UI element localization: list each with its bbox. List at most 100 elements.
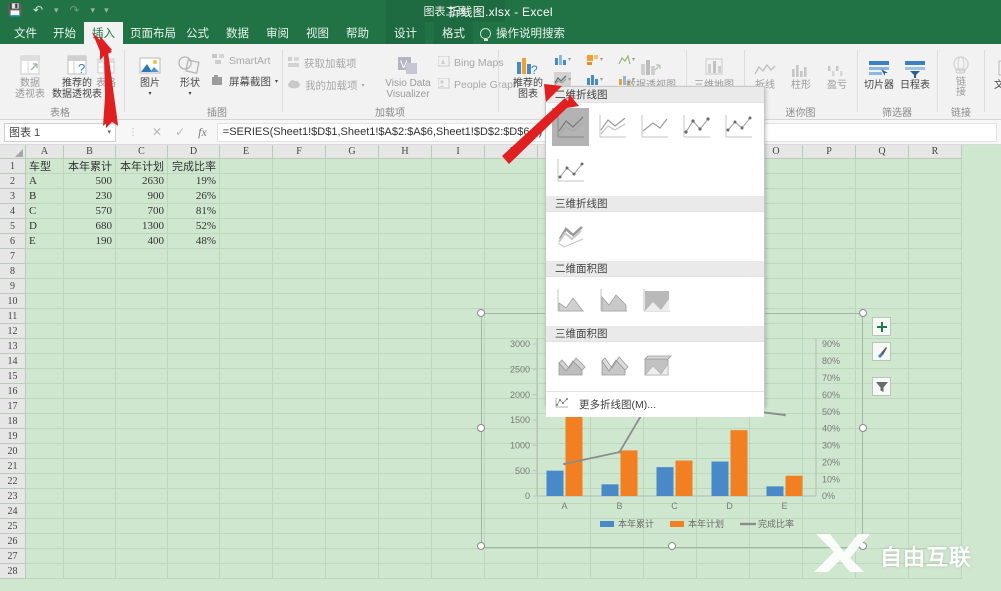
cell-E21[interactable] <box>220 459 273 474</box>
cell-H21[interactable] <box>379 459 432 474</box>
cell-F16[interactable] <box>273 384 326 399</box>
cell-F21[interactable] <box>273 459 326 474</box>
cell-A24[interactable] <box>26 504 64 519</box>
grid-row[interactable] <box>26 564 962 579</box>
cell-R5[interactable] <box>909 219 962 234</box>
row-header-18[interactable]: 18 <box>0 414 26 429</box>
cell-A9[interactable] <box>26 279 64 294</box>
row-header-9[interactable]: 9 <box>0 279 26 294</box>
cell-D25[interactable] <box>168 519 220 534</box>
my-addins-button[interactable]: 我的加载项 ▾ <box>288 78 365 93</box>
column-header-R[interactable]: R <box>909 145 962 159</box>
cell-D4[interactable]: 81% <box>168 204 220 219</box>
row-header-15[interactable]: 15 <box>0 369 26 384</box>
my-addins-dropdown-icon[interactable]: ▾ <box>362 82 365 89</box>
cell-I7[interactable] <box>432 249 485 264</box>
row-header-21[interactable]: 21 <box>0 459 26 474</box>
cell-E23[interactable] <box>220 489 273 504</box>
cell-D27[interactable] <box>168 549 220 564</box>
cell-Q4[interactable] <box>856 204 909 219</box>
tab-view[interactable]: 视图 <box>298 22 337 44</box>
cell-F20[interactable] <box>273 444 326 459</box>
pictures-button[interactable]: 图片 ▾ <box>132 50 168 100</box>
cell-G15[interactable] <box>326 369 379 384</box>
chart-handle-ne[interactable] <box>859 309 867 317</box>
gallery-row[interactable] <box>546 103 764 152</box>
row-header-1[interactable]: 1 <box>0 159 26 174</box>
row-headers[interactable]: 1 2 3 4 5 6 7 8 9 10 11 12 13 14 15 16 17 18 19 20 21 22 23 24 2… <box>0 159 26 579</box>
row-header-6[interactable]: 6 <box>0 234 26 249</box>
cell-E12[interactable] <box>220 324 273 339</box>
gallery-item-100-stacked-area-3d[interactable] <box>638 347 676 385</box>
row-header-16[interactable]: 16 <box>0 384 26 399</box>
cell-G1[interactable] <box>326 159 379 174</box>
cell-J4[interactable] <box>485 204 538 219</box>
cell-R21[interactable] <box>909 459 962 474</box>
row-header-4[interactable]: 4 <box>0 204 26 219</box>
cell-Q5[interactable] <box>856 219 909 234</box>
cell-D26[interactable] <box>168 534 220 549</box>
cell-I27[interactable] <box>432 549 485 564</box>
tab-insert[interactable]: 插入 <box>84 22 123 44</box>
cell-G26[interactable] <box>326 534 379 549</box>
cell-C14[interactable] <box>116 354 168 369</box>
cell-N27[interactable] <box>697 549 750 564</box>
cell-J27[interactable] <box>485 549 538 564</box>
tab-formulas[interactable]: 公式 <box>178 22 217 44</box>
cell-D16[interactable] <box>168 384 220 399</box>
cell-C18[interactable] <box>116 414 168 429</box>
cell-G27[interactable] <box>326 549 379 564</box>
cell-G19[interactable] <box>326 429 379 444</box>
hierarchy-chart-button[interactable]: ▾ <box>586 52 603 67</box>
cell-A2[interactable]: A <box>26 174 64 189</box>
cell-I10[interactable] <box>432 294 485 309</box>
cell-R14[interactable] <box>909 354 962 369</box>
column-header-P[interactable]: P <box>803 145 856 159</box>
cell-F18[interactable] <box>273 414 326 429</box>
tab-page-layout[interactable]: 页面布局 <box>122 22 184 44</box>
formula-bar-expand-icon[interactable]: ⋮ <box>128 127 139 138</box>
cell-I13[interactable] <box>432 339 485 354</box>
gallery-item-stacked-area[interactable] <box>595 282 633 320</box>
gallery-item-3d-area[interactable] <box>552 347 590 385</box>
cell-F10[interactable] <box>273 294 326 309</box>
cell-A25[interactable] <box>26 519 64 534</box>
cell-G22[interactable] <box>326 474 379 489</box>
cell-H14[interactable] <box>379 354 432 369</box>
cell-H3[interactable] <box>379 189 432 204</box>
cell-A11[interactable] <box>26 309 64 324</box>
cell-D21[interactable] <box>168 459 220 474</box>
cell-R3[interactable] <box>909 189 962 204</box>
cell-F25[interactable] <box>273 519 326 534</box>
cell-C11[interactable] <box>116 309 168 324</box>
cell-D11[interactable] <box>168 309 220 324</box>
cell-H20[interactable] <box>379 444 432 459</box>
cell-F1[interactable] <box>273 159 326 174</box>
cell-J10[interactable] <box>485 294 538 309</box>
cell-P2[interactable] <box>803 174 856 189</box>
cell-A17[interactable] <box>26 399 64 414</box>
cell-R7[interactable] <box>909 249 962 264</box>
cell-R2[interactable] <box>909 174 962 189</box>
cell-I28[interactable] <box>432 564 485 579</box>
cell-B8[interactable] <box>64 264 116 279</box>
cell-E14[interactable] <box>220 354 273 369</box>
cell-L27[interactable] <box>591 549 644 564</box>
cell-H27[interactable] <box>379 549 432 564</box>
chart-legend[interactable]: 本年累计 本年计划 完成比率 <box>600 518 794 529</box>
cell-P8[interactable] <box>803 264 856 279</box>
cell-E18[interactable] <box>220 414 273 429</box>
cell-F19[interactable] <box>273 429 326 444</box>
chart-filters-button[interactable] <box>872 377 891 396</box>
cell-E5[interactable] <box>220 219 273 234</box>
grid-row[interactable] <box>26 249 962 264</box>
cell-G17[interactable] <box>326 399 379 414</box>
cell-A14[interactable] <box>26 354 64 369</box>
cell-Q23[interactable] <box>856 489 909 504</box>
cell-G23[interactable] <box>326 489 379 504</box>
cell-B2[interactable]: 500 <box>64 174 116 189</box>
cell-B28[interactable] <box>64 564 116 579</box>
cell-F9[interactable] <box>273 279 326 294</box>
tab-file[interactable]: 文件 <box>6 22 45 44</box>
cell-D5[interactable]: 52% <box>168 219 220 234</box>
